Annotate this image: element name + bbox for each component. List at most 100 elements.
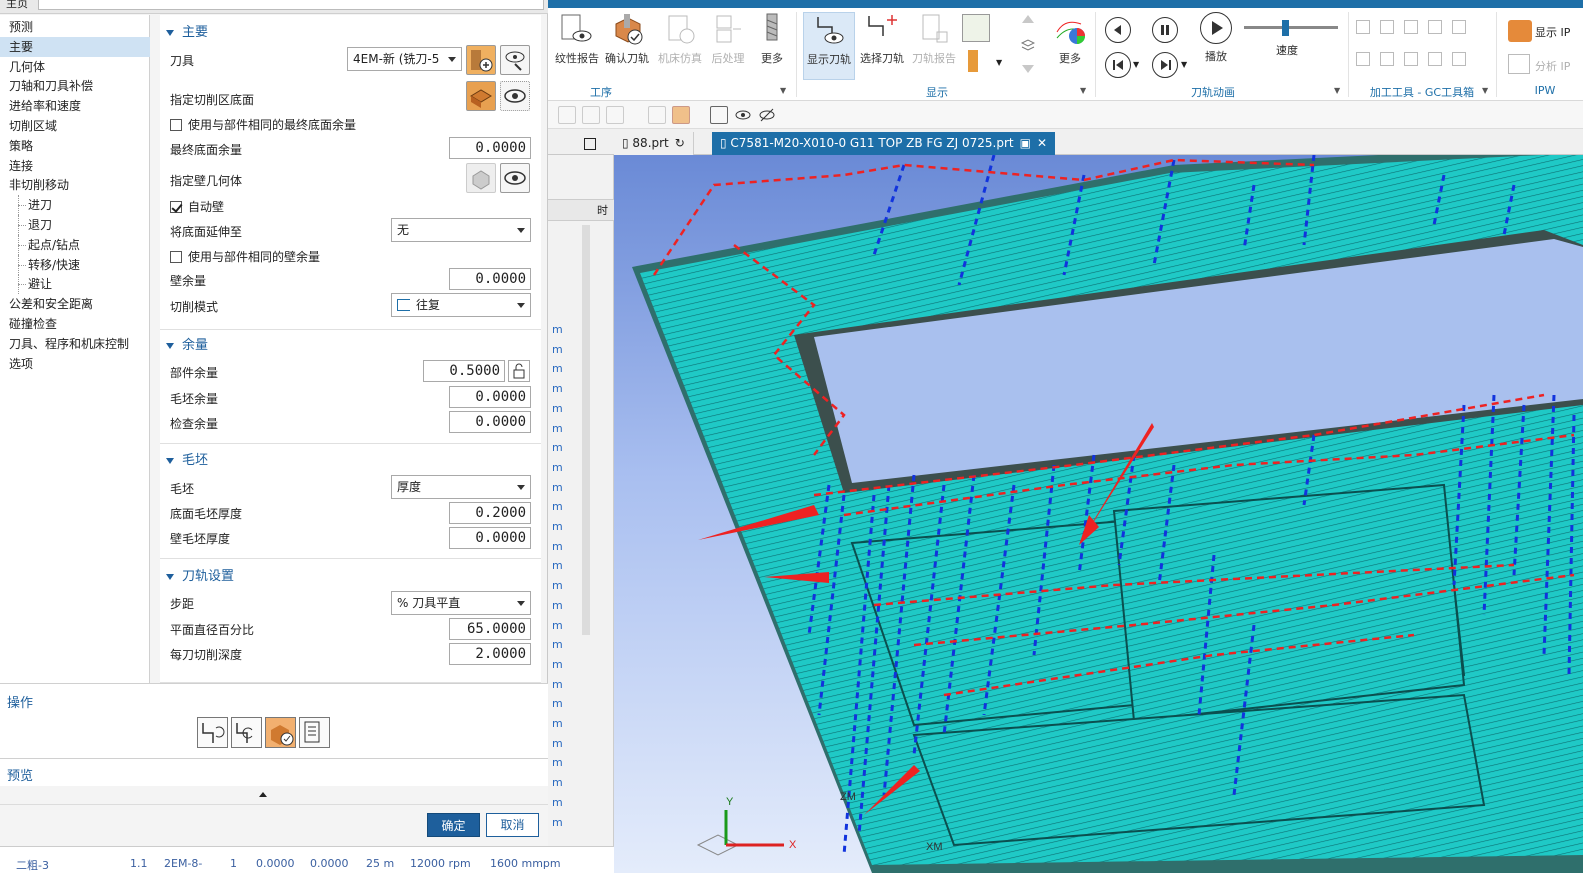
nav-item[interactable]: 刀轴和刀具补偿 xyxy=(0,76,150,96)
list-button[interactable] xyxy=(299,717,330,748)
layers-icon[interactable] xyxy=(1020,38,1036,52)
nav-item[interactable]: 连接 xyxy=(0,156,150,176)
ribbon-button-more-display[interactable]: 更多 xyxy=(1050,12,1090,80)
display-mode-icon[interactable] xyxy=(962,14,990,42)
show-ipw-icon[interactable] xyxy=(1508,20,1532,42)
extend-floor-select[interactable]: 无 xyxy=(391,218,531,242)
operation-table-row[interactable]: 二粗-3 1.1 2EM-8- 1 0.0000 0.0000 25 m 120… xyxy=(0,846,614,873)
arrow-up-icon[interactable] xyxy=(1021,14,1035,28)
generate-button[interactable] xyxy=(197,717,228,748)
step-back-button[interactable] xyxy=(1105,17,1131,43)
snap-icon[interactable] xyxy=(582,106,600,124)
depth-per-cut-input[interactable]: 2.0000 xyxy=(449,643,531,665)
show-wall-button[interactable] xyxy=(500,163,530,193)
graphics-viewport[interactable]: Y X ZM XM xyxy=(614,155,1583,873)
ribbon-button-toolpath-report[interactable]: 刀轨报告 xyxy=(908,12,960,80)
section-header-stock[interactable]: 余量 xyxy=(166,334,208,354)
nav-item[interactable]: 策略 xyxy=(0,136,150,156)
dialog-title-field[interactable] xyxy=(38,0,544,10)
select-floor-button[interactable] xyxy=(466,81,496,111)
auto-wall-checkbox[interactable]: 自动壁 xyxy=(170,198,224,215)
ribbon-button-verify-toolpath[interactable]: 确认刀轨 xyxy=(602,12,652,80)
nav-item[interactable]: 碰撞检查 xyxy=(0,314,150,334)
check-stock-input[interactable]: 0.0000 xyxy=(449,411,531,433)
nav-item[interactable]: 主要 xyxy=(0,36,150,57)
cut-pattern-select[interactable]: 往复 xyxy=(391,293,531,317)
close-icon[interactable]: ✕ xyxy=(1037,136,1047,150)
show-floor-button[interactable] xyxy=(500,81,530,111)
shade-icon[interactable] xyxy=(648,106,666,124)
gc-tool-icon[interactable] xyxy=(1452,20,1466,34)
edit-tool-button[interactable] xyxy=(500,45,530,75)
gc-tool-icon[interactable] xyxy=(1356,20,1370,34)
wireframe-icon[interactable] xyxy=(672,106,690,124)
new-tool-button[interactable] xyxy=(466,45,496,75)
flat-diameter-percent-input[interactable]: 65.0000 xyxy=(449,618,531,640)
speed-slider-handle[interactable] xyxy=(1282,20,1289,36)
same-floor-stock-checkbox[interactable]: 使用与部件相同的最终底面余量 xyxy=(170,116,356,133)
eye-icon[interactable] xyxy=(734,106,752,124)
group-expand-icon[interactable]: ▼ xyxy=(1482,86,1488,95)
tool-select[interactable]: 4EM-新 (铣刀-5 xyxy=(347,47,462,71)
blank-stock-input[interactable]: 0.0000 xyxy=(449,386,531,408)
nav-item[interactable]: 起点/钻点 xyxy=(0,234,150,255)
section-header-main[interactable]: 主要 xyxy=(166,21,208,41)
wall-blank-input[interactable]: 0.0000 xyxy=(449,527,531,549)
gc-tool-icon[interactable] xyxy=(1428,52,1442,66)
speed-slider-track[interactable] xyxy=(1244,26,1338,29)
dropdown-icon[interactable]: ▼ xyxy=(996,58,1002,67)
dropdown-icon[interactable]: ▼ xyxy=(1181,60,1187,69)
ribbon-button-report[interactable]: 纹性报告 xyxy=(554,12,600,80)
verify-button[interactable] xyxy=(265,717,296,748)
dropdown-icon[interactable]: ▼ xyxy=(1133,60,1139,69)
mcs-icon[interactable] xyxy=(710,106,728,124)
nav-item[interactable]: 进给率和速度 xyxy=(0,96,150,116)
pause-button[interactable] xyxy=(1152,17,1178,43)
point-icon[interactable] xyxy=(606,106,624,124)
same-wall-stock-checkbox[interactable]: 使用与部件相同的壁余量 xyxy=(170,248,320,265)
group-expand-icon[interactable]: ▼ xyxy=(1334,86,1340,95)
final-floor-stock-input[interactable]: 0.0000 xyxy=(449,137,531,159)
preview-panel[interactable]: 预览 xyxy=(0,758,548,786)
wall-stock-input[interactable]: 0.0000 xyxy=(449,268,531,290)
gc-tool-icon[interactable] xyxy=(1380,52,1394,66)
blank-select[interactable]: 厚度 xyxy=(391,475,531,499)
go-start-button[interactable] xyxy=(1105,52,1131,78)
replay-button[interactable] xyxy=(231,717,262,748)
floor-blank-input[interactable]: 0.2000 xyxy=(449,502,531,524)
gc-tool-icon[interactable] xyxy=(1404,20,1418,34)
nav-item[interactable]: 转移/快速 xyxy=(0,254,150,275)
part-stock-input[interactable]: 0.5000 xyxy=(423,360,505,382)
ribbon-button-postprocess[interactable]: 后处理 xyxy=(706,12,750,80)
play-button[interactable]: 播放 xyxy=(1196,12,1236,80)
navigator-scrollbar[interactable] xyxy=(582,225,590,635)
nav-item[interactable]: 退刀 xyxy=(0,215,150,235)
tool-holder-icon[interactable] xyxy=(968,50,978,72)
refresh-icon[interactable]: ↻ xyxy=(675,136,685,150)
gc-tool-icon[interactable] xyxy=(1428,20,1442,34)
maximize-icon[interactable] xyxy=(584,138,596,150)
nav-item[interactable]: 避让 xyxy=(0,274,150,295)
nav-item[interactable]: 预测 xyxy=(0,17,150,37)
gc-tool-icon[interactable] xyxy=(1356,52,1370,66)
tab-file-c7581[interactable]: ▯ C7581-M20-X010-0 G11 TOP ZB FG ZJ 0725… xyxy=(712,132,1056,155)
cancel-button[interactable]: 取消 xyxy=(486,813,539,837)
pin-icon[interactable]: ▣ xyxy=(1020,136,1031,150)
nav-item[interactable]: 切削区域 xyxy=(0,116,150,136)
arrow-down-icon[interactable] xyxy=(1021,60,1035,74)
go-end-button[interactable] xyxy=(1152,52,1178,78)
section-header-blank[interactable]: 毛坯 xyxy=(166,449,208,469)
show-ipw-label[interactable]: 显示 IP xyxy=(1535,24,1570,40)
ribbon-button-more-ops[interactable]: 更多 xyxy=(754,12,790,80)
ribbon-button-show-toolpath[interactable]: 显示刀轨 xyxy=(803,12,855,80)
nav-item[interactable]: 非切削移动 xyxy=(0,175,150,195)
select-wall-button[interactable] xyxy=(466,163,496,193)
ribbon-button-machine-sim[interactable]: 机床仿真 xyxy=(654,12,706,80)
nav-item[interactable]: 几何体 xyxy=(0,57,150,77)
tab-file-88[interactable]: ▯ 88.prt ↻ xyxy=(614,132,694,155)
hide-icon[interactable] xyxy=(758,106,776,124)
section-header-toolpath[interactable]: 刀轨设置 xyxy=(166,565,234,585)
gc-tool-icon[interactable] xyxy=(1404,52,1418,66)
nav-item[interactable]: 选项 xyxy=(0,354,150,374)
stepover-select[interactable]: % 刀具平直 xyxy=(391,591,531,615)
